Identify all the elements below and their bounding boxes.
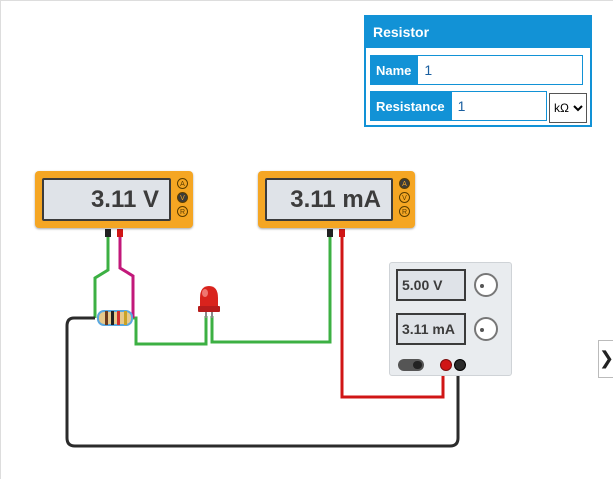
voltmeter-probe-v[interactable] [117,229,123,237]
name-label: Name [370,55,418,85]
voltmeter-mode-selector[interactable]: A V R [177,178,189,220]
ammeter-probe-a[interactable] [339,229,345,237]
ammeter-mode-selector[interactable]: A V R [399,178,411,220]
ammeter-mode-a[interactable]: A [399,178,410,189]
voltmeter[interactable]: 3.11 V A V R [35,171,193,228]
positive-terminal[interactable] [440,359,452,371]
wire-green-led-to-ammeter[interactable] [210,236,332,344]
side-panel-toggle[interactable]: ❯ [598,340,613,378]
ammeter[interactable]: 3.11 mA A V R [258,171,415,228]
current-knob[interactable] [474,317,498,341]
voltmeter-mode-a[interactable]: A [177,178,188,189]
led-component[interactable] [198,286,220,318]
negative-terminal[interactable] [454,359,466,371]
resistance-row: Resistance [370,91,547,121]
resistor-component[interactable] [97,310,133,326]
power-supply[interactable]: 5.00 V 3.11 mA [389,262,512,376]
name-input[interactable] [417,55,584,85]
resistance-unit-select[interactable]: kΩ [549,93,587,123]
wire-green-voltmeter-left[interactable] [93,236,110,318]
resistance-input[interactable] [450,91,547,121]
power-supply-voltage: 5.00 V [402,277,443,293]
voltmeter-mode-r[interactable]: R [177,206,188,217]
wire-green-resistor-to-led[interactable] [133,316,208,346]
power-supply-voltage-display: 5.00 V [396,269,466,301]
ammeter-mode-v[interactable]: V [399,192,410,203]
voltmeter-probe-com[interactable] [105,229,111,237]
properties-panel: Resistor Name Resistance kΩ [364,15,592,127]
power-supply-current: 3.11 mA [402,321,455,337]
ammeter-display: 3.11 mA [265,178,393,221]
ammeter-probe-com[interactable] [327,229,333,237]
properties-panel-title: Resistor [366,17,590,48]
power-switch[interactable] [398,359,424,371]
circuit-editor: 3.11 V A V R 3.11 mA A V R 5.00 V 3.11 m… [0,0,613,479]
voltmeter-display: 3.11 V [42,178,171,221]
voltmeter-mode-v[interactable]: V [177,192,188,203]
resistance-label: Resistance [370,91,451,121]
ammeter-reading: 3.11 mA [290,185,381,213]
wire-magenta-voltmeter-right[interactable] [118,236,135,318]
ammeter-mode-r[interactable]: R [399,206,410,217]
voltage-knob[interactable] [474,273,498,297]
voltmeter-reading: 3.11 V [90,185,159,213]
power-supply-current-display: 3.11 mA [396,313,466,345]
name-row: Name [370,55,584,85]
